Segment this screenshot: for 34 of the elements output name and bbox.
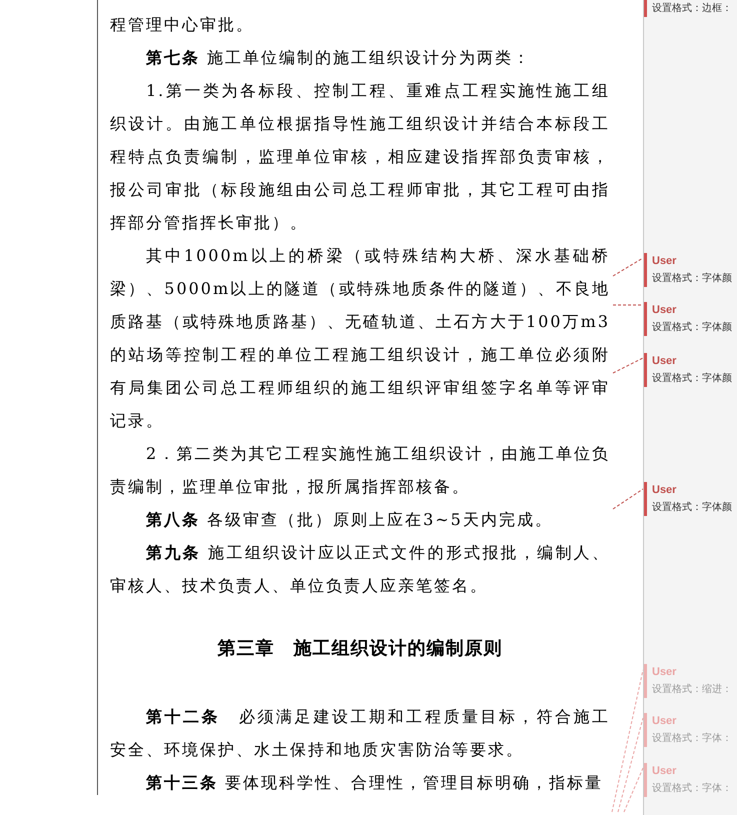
paragraph: 第九条 施工组织设计应以正式文件的形式报批，编制人、审核人、技术负责人、单位负责人应亲笔签名。 [110, 542, 610, 597]
chapter-heading: 第三章 施工组织设计的编制原则 [216, 637, 504, 661]
comment-text: 设置格式：字体： [652, 782, 733, 796]
paragraph: 第十三条 要体现科学性、合理性，管理目标明确，指标量 [145, 772, 604, 794]
comment-author: User [652, 665, 678, 680]
comment-balloon[interactable]: User 设置格式：字体颜 [644, 302, 736, 336]
comment-text: 设置格式：字体颜 [652, 500, 733, 515]
comment-author: User [652, 483, 678, 498]
leader-line [612, 358, 644, 374]
paragraph: 其中1000m以上的桥梁（或特殊结构大桥、深水基础桥梁）、5000m以上的隧道（或特殊地质条件的隧道）、不良地质路基（或特殊地质路基）、无碴轨道、土石方大于100万m3的站场等控制工程的单位工程施工组织设计，施工单位必须附有局集团公司总工程师组织的施工组织评审组签字名单等评审记录。 [110, 245, 610, 432]
comment-balloon[interactable]: 设置格式：边框： [644, 0, 736, 17]
comment-author: User [652, 764, 678, 779]
comment-text: 设置格式：字体： [652, 732, 733, 746]
comment-author: User [652, 254, 678, 269]
comment-author: User [652, 303, 678, 318]
comment-balloon[interactable]: User 设置格式：字体颜 [644, 253, 736, 287]
comment-text: 设置格式：字体颜 [652, 320, 733, 335]
comment-balloon[interactable]: User 设置格式：字体颜 [644, 353, 736, 387]
paragraph: 1.第一类为各标段、控制工程、重难点工程实施性施工组织设计。由施工单位根据指导性施工组织设计并结合本标段工程特点负责编制，监理单位审核，相应建设指挥部负责审核，报公司审批（标段施组由公司总工程师审批，其它工程可由指挥部分管指挥长审批）。 [110, 80, 610, 234]
comment-text: 设置格式：边框： [652, 2, 733, 16]
comment-text: 设置格式：缩进： [652, 682, 733, 697]
comment-author: User [652, 354, 678, 369]
leader-line [612, 258, 644, 276]
leader-line [612, 304, 644, 306]
comment-text: 设置格式：字体颜 [652, 272, 733, 286]
paragraph: 2．第二类为其它工程实施性施工组织设计，由施工单位负责编制，监理单位审批，报所属指挥部核备。 [110, 443, 610, 498]
paragraph: 第八条 各级审查（批）原则上应在3~5天内完成。 [145, 509, 554, 531]
comment-text: 设置格式：字体颜 [652, 372, 733, 386]
comment-balloon[interactable]: User 设置格式：字体颜 [644, 482, 736, 516]
leader-line [612, 488, 644, 510]
paragraph: 第七条 施工单位编制的施工组织设计分为两类： [145, 47, 532, 69]
paragraph: 第十二条 必须满足建设工期和工程质量目标，符合施工安全、环境保护、水土保持和地质灾害防治等要求。 [110, 706, 610, 761]
comment-author: User [652, 714, 678, 729]
paragraph: 程管理中心审批。 [110, 14, 255, 36]
